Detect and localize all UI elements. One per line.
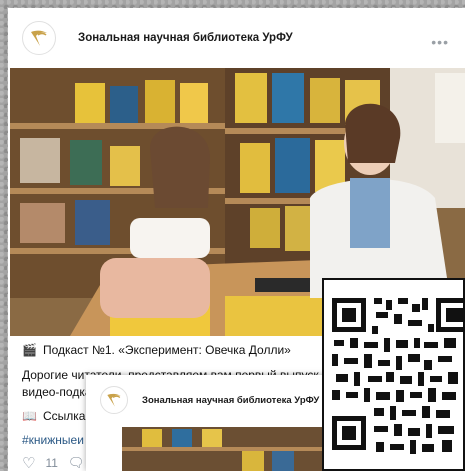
group-logo[interactable]: [22, 21, 56, 55]
embedded-group-name[interactable]: Зональная научная библиотека УрФУ: [142, 395, 319, 406]
library-logo-icon: [31, 30, 47, 46]
post-title-text: Подкаст №1. «Эксперимент: Овечка Долли»: [42, 343, 291, 357]
embedded-post-header: Зональная научная библиотека УрФУ: [86, 375, 326, 425]
qr-code-image: [324, 280, 463, 469]
embedded-group-logo[interactable]: [100, 386, 128, 414]
embedded-photo-image: [122, 427, 326, 471]
like-count: 11: [45, 456, 58, 470]
like-icon[interactable]: ♡: [22, 454, 35, 471]
post-header: Зональная научная библиотека УрФУ: [8, 8, 465, 68]
clapperboard-icon: 🎬: [22, 343, 37, 357]
comment-icon[interactable]: 🗨: [68, 455, 85, 471]
more-options-icon[interactable]: •••: [431, 34, 449, 50]
embedded-post-photo[interactable]: [122, 427, 326, 471]
post-actions: ♡ 11 🗨: [22, 454, 84, 471]
book-icon: 📖: [22, 409, 37, 423]
qr-code: [322, 278, 465, 471]
library-logo-icon: [107, 393, 121, 407]
embedded-post[interactable]: Зональная научная библиотека УрФУ: [86, 375, 326, 471]
group-name[interactable]: Зональная научная библиотека УрФУ: [78, 32, 293, 44]
